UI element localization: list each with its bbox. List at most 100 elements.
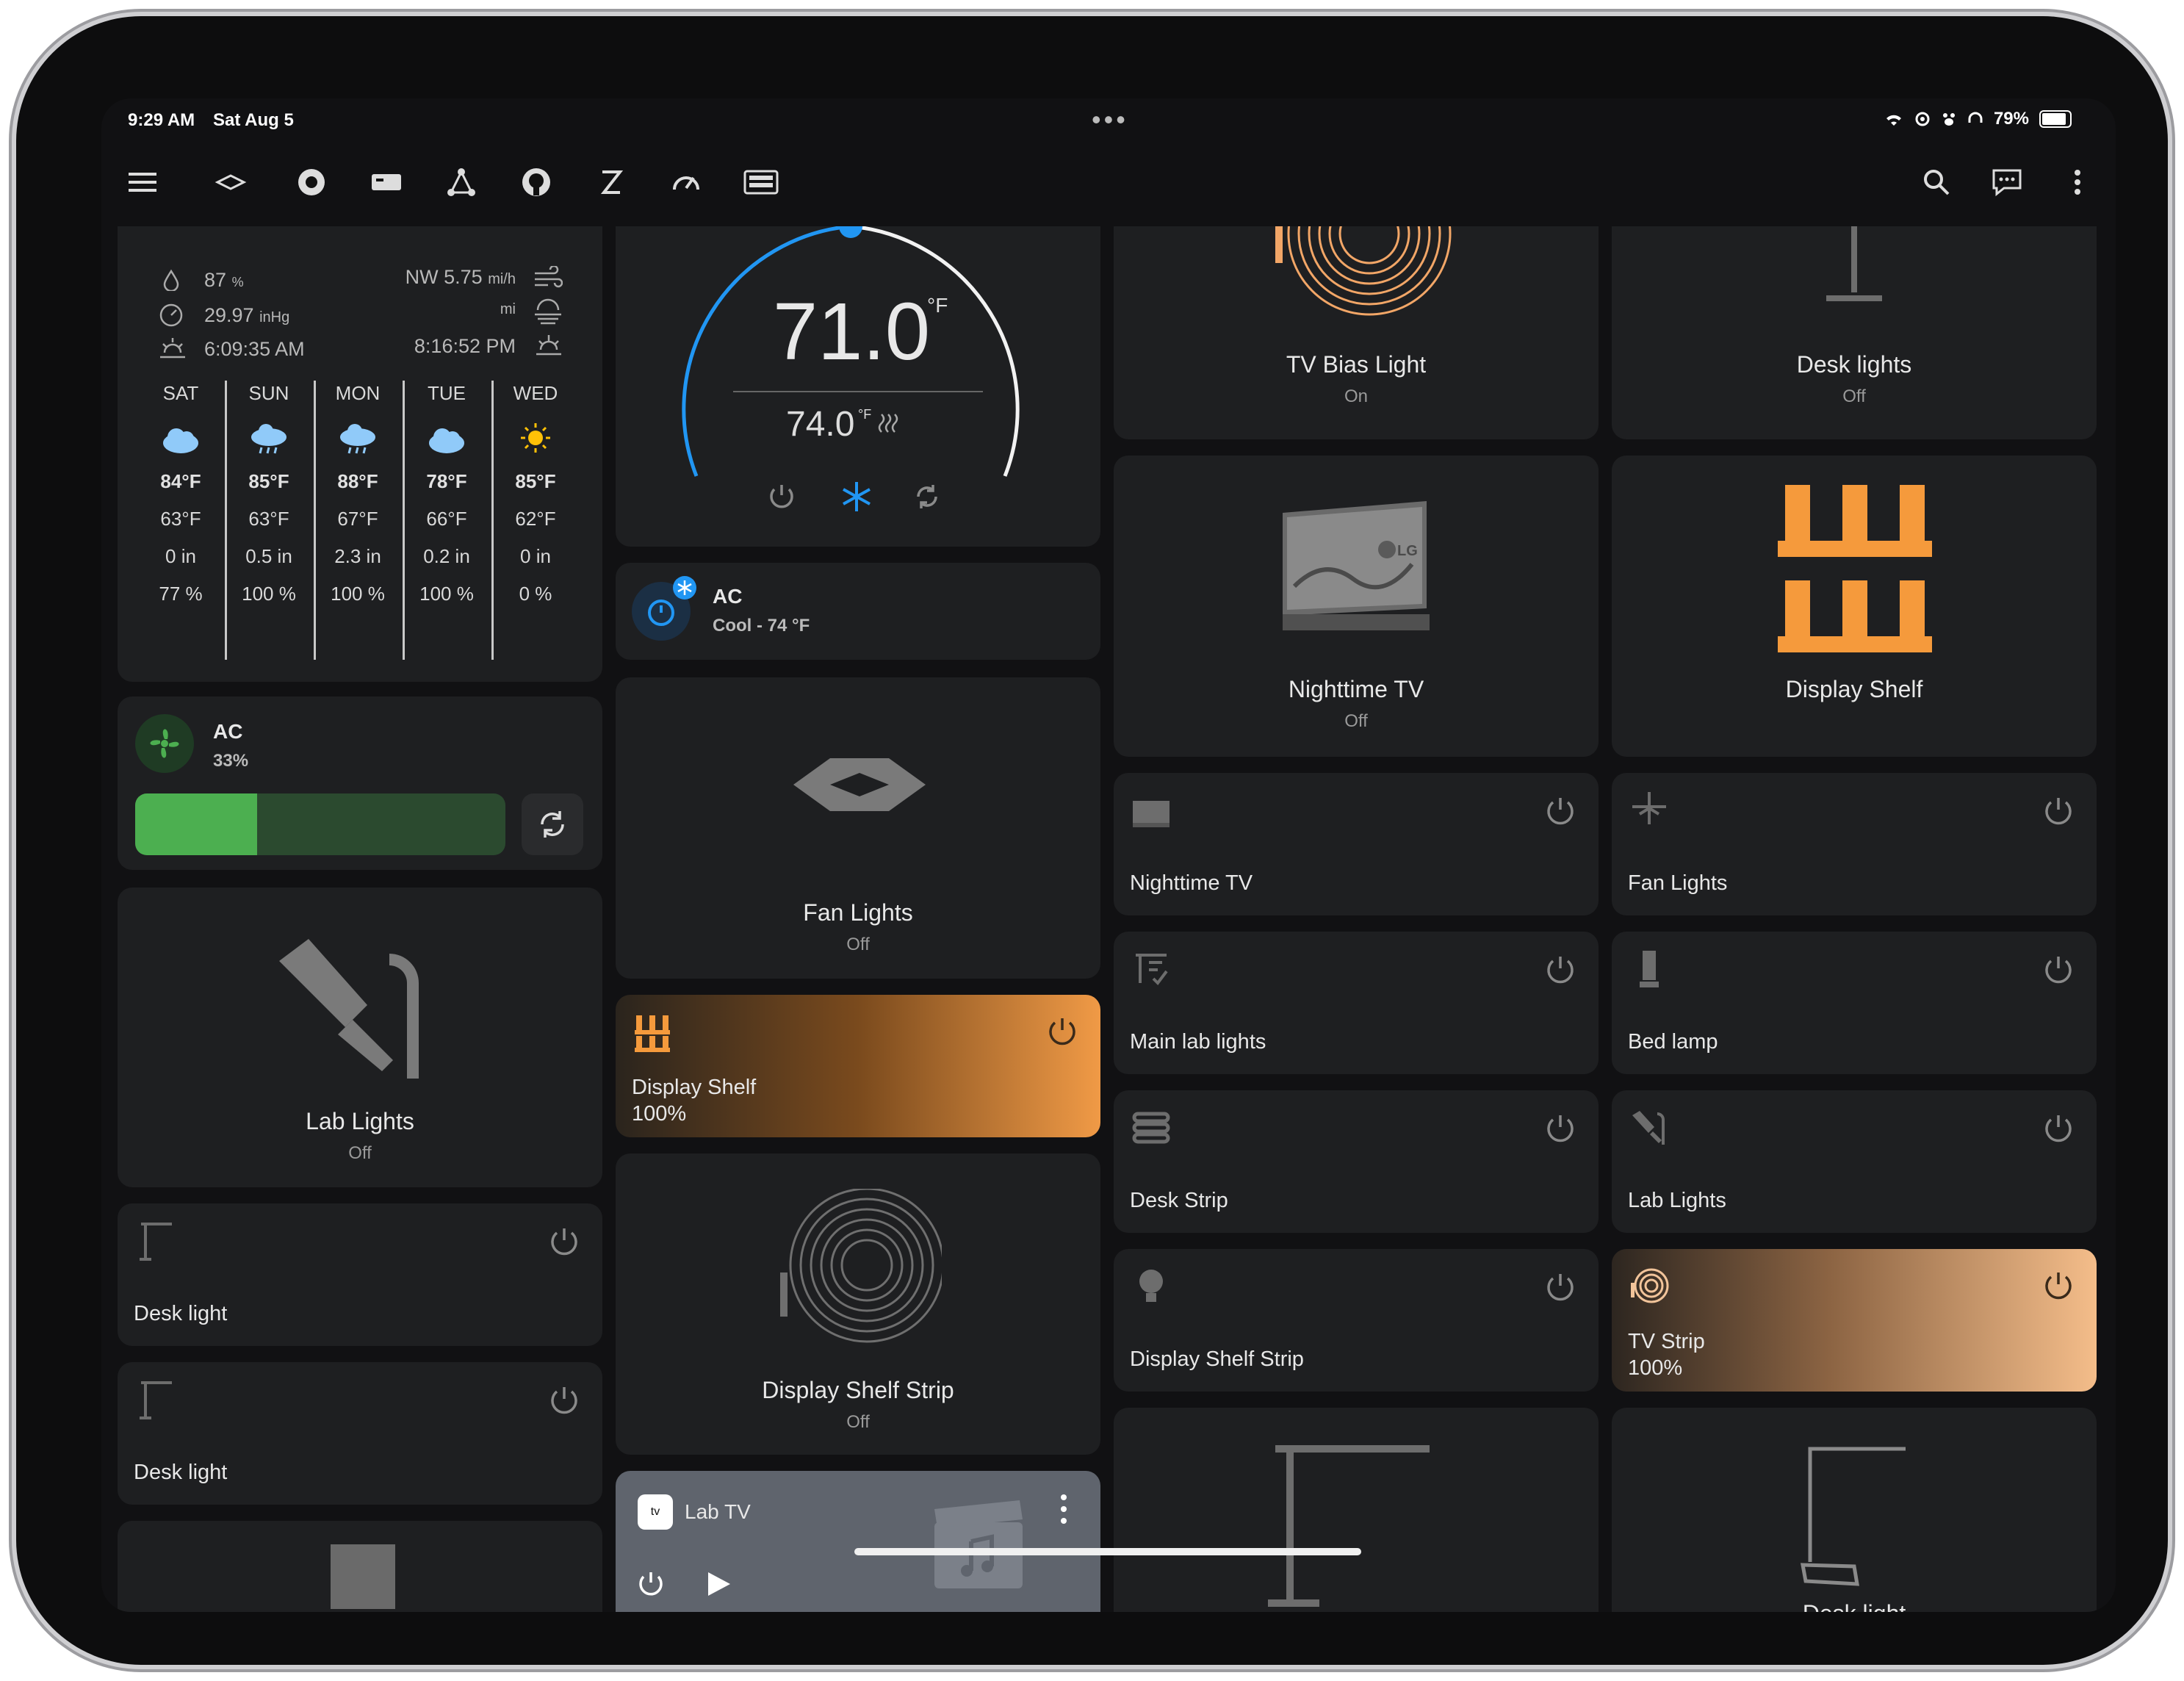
display-shelf-strip-card[interactable]: Display Shelf Strip Off	[616, 1153, 1100, 1455]
nighttime-tv-state: Off	[1344, 711, 1368, 731]
desk-lamp-card[interactable]	[1114, 1408, 1599, 1612]
play-icon[interactable]	[704, 1569, 733, 1599]
nighttime-tv-card[interactable]: LG Nighttime TV Off	[1114, 456, 1599, 757]
sunrise-icon	[160, 338, 185, 359]
humidity-icon	[163, 269, 179, 291]
power-button[interactable]	[2041, 1111, 2076, 1146]
keyboard-icon[interactable]	[740, 162, 782, 203]
fan-icon[interactable]	[135, 714, 194, 773]
power-button[interactable]	[1543, 952, 1578, 987]
home-indicator[interactable]	[854, 1548, 1361, 1555]
power-button[interactable]	[2041, 1268, 2076, 1303]
lab-lights-name: Lab Lights	[306, 1108, 414, 1134]
multitask-dots-icon[interactable]: •••	[1092, 104, 1128, 135]
network-icon[interactable]	[441, 162, 482, 203]
display-shelf-strip-tile-name: Display Shelf Strip	[1130, 1347, 1304, 1371]
github-icon[interactable]	[516, 162, 557, 203]
desk-light-tile[interactable]: Desk light	[118, 1203, 602, 1346]
desk-light-tile[interactable]: Desk light	[118, 1362, 602, 1505]
power-button[interactable]	[1543, 1111, 1578, 1146]
oscillate-button[interactable]	[522, 793, 583, 855]
power-button[interactable]	[765, 480, 798, 513]
toolbar	[101, 140, 2116, 260]
partial-card[interactable]	[118, 1521, 602, 1612]
tv-bias-light-state: On	[1344, 386, 1368, 406]
desk-lamp-icon	[279, 939, 419, 1079]
speed-icon[interactable]	[666, 162, 707, 203]
power-button[interactable]	[635, 1568, 667, 1600]
lab-lights-card[interactable]: Lab Lights Off	[118, 888, 602, 1187]
tv-strip-tile[interactable]: TV Strip 100%	[1612, 1249, 2097, 1392]
battery-percent: 79%	[1993, 109, 2029, 129]
wind-icon	[535, 266, 563, 288]
main-lab-lights-tile[interactable]: Main lab lights	[1114, 932, 1599, 1074]
led-strip-icon	[780, 1189, 942, 1343]
desk-light-name: Desk light	[134, 1461, 228, 1484]
fan-lights-tile[interactable]: Fan Lights	[1612, 773, 2097, 915]
pet-icon	[1942, 113, 1955, 126]
tv-brand-logo: LG	[1397, 543, 1418, 559]
fan-lights-state: Off	[846, 935, 870, 954]
location-icon	[1915, 112, 1930, 126]
more-icon[interactable]	[2057, 162, 2098, 203]
display-shelf-strip-tile[interactable]: Display Shelf Strip	[1114, 1249, 1599, 1392]
display-shelf-card[interactable]: Display Shelf	[1612, 456, 2097, 757]
power-button[interactable]	[1543, 1270, 1578, 1305]
cool-badge-icon	[673, 576, 696, 600]
power-button[interactable]	[547, 1224, 582, 1259]
power-button[interactable]	[2041, 952, 2076, 987]
media-more-icon[interactable]	[1056, 1493, 1071, 1528]
fan-lights-tile-name: Fan Lights	[1628, 871, 1728, 895]
media-player-card[interactable]: tv Lab TV	[616, 1471, 1100, 1612]
fan-speed-slider[interactable]	[135, 793, 505, 855]
menu-icon[interactable]	[122, 162, 163, 203]
fan-card[interactable]: AC 33%	[118, 696, 602, 870]
assist-icon[interactable]	[1986, 162, 2028, 203]
auto-mode-icon[interactable]	[911, 480, 943, 513]
tv-bias-light-name: TV Bias Light	[1286, 351, 1427, 378]
desk-lamp-icon	[1632, 1111, 1665, 1145]
shelf-icon	[1778, 485, 1932, 652]
display-shelf-name: Display Shelf	[632, 1076, 757, 1099]
power-button[interactable]	[1543, 793, 1578, 829]
home-icon[interactable]	[210, 162, 251, 203]
zigbee-icon[interactable]	[591, 162, 632, 203]
desk-lights-card[interactable]: Desk lights Off	[1612, 226, 2097, 439]
thermostat-card[interactable]: 71.0 °F 74.0 °F	[616, 226, 1100, 547]
desk-lamp-icon	[140, 1223, 172, 1261]
lab-lights-tile[interactable]: Lab Lights	[1612, 1090, 2097, 1233]
status-right: 79%	[1884, 109, 2072, 129]
forecast-day: SAT 84°F 63°F 0 in 77 %	[159, 382, 203, 605]
server-icon[interactable]	[366, 162, 407, 203]
power-button[interactable]	[1045, 1014, 1080, 1049]
display-shelf-tile[interactable]: Display Shelf 100%	[616, 995, 1100, 1137]
nighttime-tv-tile[interactable]: Nighttime TV	[1114, 773, 1599, 915]
battery-icon	[2039, 110, 2072, 128]
power-button[interactable]	[547, 1383, 582, 1418]
ipad-frame: 9:29 AM Sat Aug 5 ••• 79% 87 % NW 5.75 m…	[16, 16, 2168, 1665]
led-strip-icon	[1631, 1268, 1669, 1303]
screen: 9:29 AM Sat Aug 5 ••• 79% 87 % NW 5.75 m…	[101, 98, 2116, 1612]
weather-card[interactable]: 87 % NW 5.75 mi/h 29.97 inHg mi 6:09:35 …	[118, 226, 602, 682]
tv-strip-name: TV Strip	[1628, 1330, 1705, 1353]
desk-strip-name: Desk Strip	[1130, 1189, 1228, 1212]
status-bar: 9:29 AM Sat Aug 5 ••• 79%	[101, 98, 2116, 140]
bed-lamp-tile[interactable]: Bed lamp	[1612, 932, 2097, 1074]
kubernetes-icon[interactable]	[291, 162, 332, 203]
ac-tile[interactable]: AC Cool - 74 °F	[616, 563, 1100, 660]
wifi-icon	[1886, 115, 1901, 126]
snowflake-icon[interactable]	[839, 479, 874, 514]
led-strip-icon	[1132, 1112, 1170, 1144]
lamp-icon	[1640, 951, 1659, 987]
desk-strip-tile[interactable]: Desk Strip	[1114, 1090, 1599, 1233]
sunny-icon	[521, 423, 550, 453]
search-icon[interactable]	[1916, 162, 1957, 203]
lab-lights-state: Off	[348, 1143, 372, 1163]
forecast-day: SUN 85°F 63°F 0.5 in 100 %	[242, 382, 296, 605]
lightbulb-icon	[1139, 1270, 1163, 1302]
fan-lights-card[interactable]: Fan Lights Off	[616, 677, 1100, 979]
nighttime-tv-tile-name: Nighttime TV	[1130, 871, 1253, 895]
tv-bias-light-card[interactable]: TV Bias Light On	[1114, 226, 1599, 439]
desk-light-card[interactable]: Desk light	[1612, 1408, 2097, 1612]
power-button[interactable]	[2041, 793, 2076, 829]
